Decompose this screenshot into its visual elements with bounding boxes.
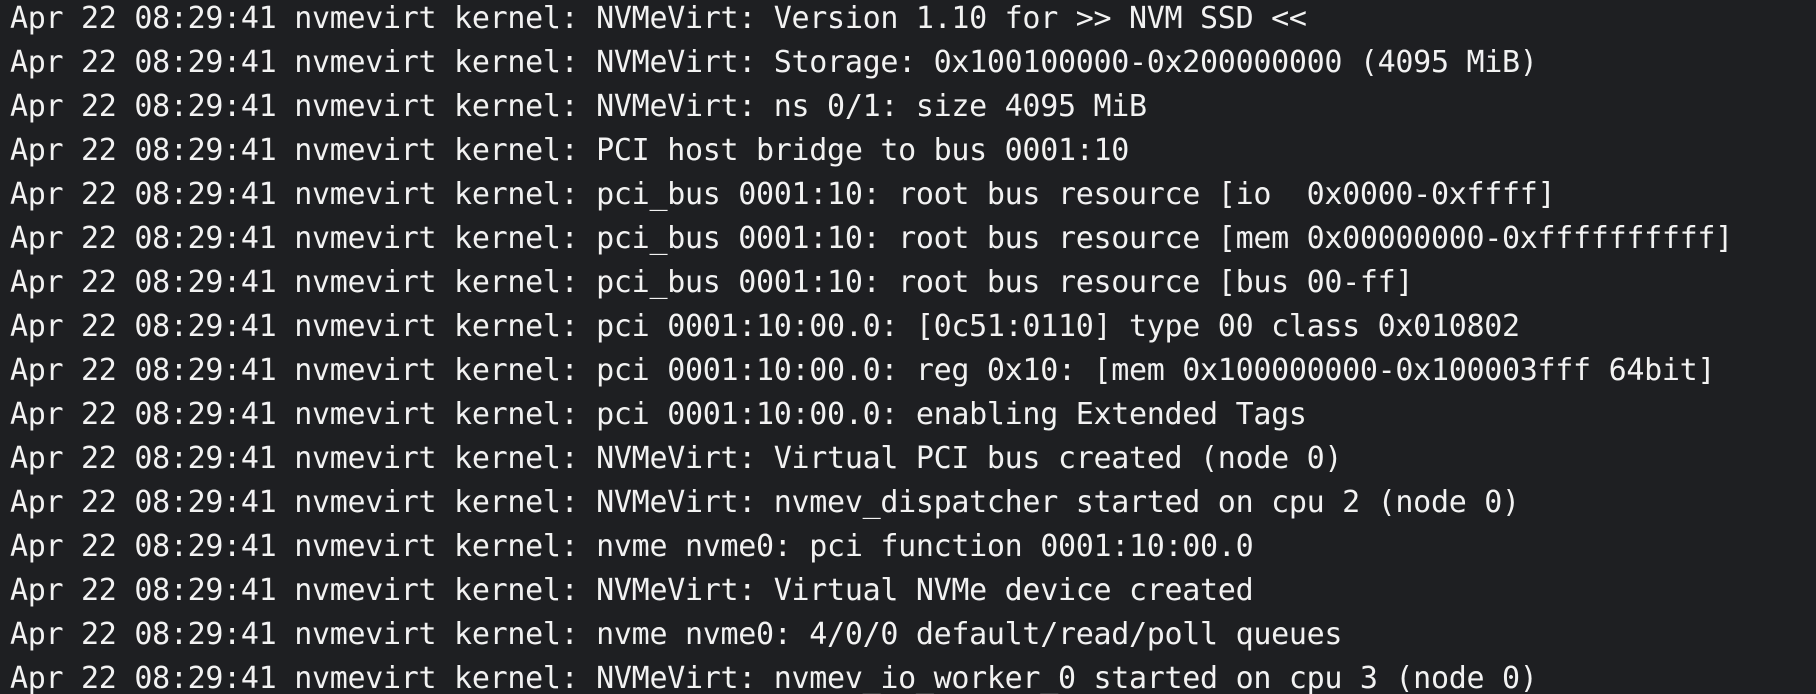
log-message: pci_bus 0001:10: root bus resource [mem … bbox=[596, 221, 1733, 256]
log-line: Apr 22 08:29:41 nvmevirt kernel: NVMeVir… bbox=[10, 440, 1810, 484]
log-source: nvmevirt kernel: bbox=[294, 1, 579, 36]
log-message: nvme nvme0: 4/0/0 default/read/poll queu… bbox=[596, 617, 1343, 652]
log-line: Apr 22 08:29:41 nvmevirt kernel: pci 000… bbox=[10, 396, 1810, 440]
log-timestamp: Apr 22 08:29:41 bbox=[10, 397, 277, 432]
log-line: Apr 22 08:29:41 nvmevirt kernel: NVMeVir… bbox=[10, 484, 1810, 528]
log-timestamp: Apr 22 08:29:41 bbox=[10, 177, 277, 212]
log-source: nvmevirt kernel: bbox=[294, 353, 579, 388]
log-source: nvmevirt kernel: bbox=[294, 45, 579, 80]
log-source: nvmevirt kernel: bbox=[294, 617, 579, 652]
log-timestamp: Apr 22 08:29:41 bbox=[10, 573, 277, 608]
log-output: Apr 22 08:29:41 nvmevirt kernel: NVMeVir… bbox=[10, 0, 1810, 694]
log-line: Apr 22 08:29:41 nvmevirt kernel: nvme nv… bbox=[10, 616, 1810, 660]
log-message: pci 0001:10:00.0: reg 0x10: [mem 0x10000… bbox=[596, 353, 1716, 388]
log-source: nvmevirt kernel: bbox=[294, 309, 579, 344]
log-line: Apr 22 08:29:41 nvmevirt kernel: NVMeVir… bbox=[10, 0, 1810, 44]
log-message: NVMeVirt: nvmev_dispatcher started on cp… bbox=[596, 485, 1520, 520]
log-source: nvmevirt kernel: bbox=[294, 89, 579, 124]
log-message: pci_bus 0001:10: root bus resource [bus … bbox=[596, 265, 1414, 300]
log-timestamp: Apr 22 08:29:41 bbox=[10, 441, 277, 476]
log-message: NVMeVirt: nvmev_io_worker_0 started on c… bbox=[596, 661, 1538, 694]
log-line: Apr 22 08:29:41 nvmevirt kernel: pci_bus… bbox=[10, 220, 1810, 264]
log-source: nvmevirt kernel: bbox=[294, 485, 579, 520]
log-message: pci 0001:10:00.0: enabling Extended Tags bbox=[596, 397, 1307, 432]
log-timestamp: Apr 22 08:29:41 bbox=[10, 133, 277, 168]
log-timestamp: Apr 22 08:29:41 bbox=[10, 1, 277, 36]
log-timestamp: Apr 22 08:29:41 bbox=[10, 485, 277, 520]
log-timestamp: Apr 22 08:29:41 bbox=[10, 353, 277, 388]
log-message: NVMeVirt: Virtual PCI bus created (node … bbox=[596, 441, 1343, 476]
log-message: NVMeVirt: Virtual NVMe device created bbox=[596, 573, 1254, 608]
log-message: NVMeVirt: Version 1.10 for >> NVM SSD << bbox=[596, 1, 1307, 36]
log-message: pci 0001:10:00.0: [0c51:0110] type 00 cl… bbox=[596, 309, 1520, 344]
log-timestamp: Apr 22 08:29:41 bbox=[10, 661, 277, 694]
log-source: nvmevirt kernel: bbox=[294, 529, 579, 564]
log-line: Apr 22 08:29:41 nvmevirt kernel: pci 000… bbox=[10, 308, 1810, 352]
log-source: nvmevirt kernel: bbox=[294, 221, 579, 256]
log-timestamp: Apr 22 08:29:41 bbox=[10, 529, 277, 564]
log-line: Apr 22 08:29:41 nvmevirt kernel: NVMeVir… bbox=[10, 660, 1810, 694]
log-source: nvmevirt kernel: bbox=[294, 573, 579, 608]
log-source: nvmevirt kernel: bbox=[294, 397, 579, 432]
log-line: Apr 22 08:29:41 nvmevirt kernel: pci_bus… bbox=[10, 176, 1810, 220]
log-source: nvmevirt kernel: bbox=[294, 133, 579, 168]
log-source: nvmevirt kernel: bbox=[294, 177, 579, 212]
log-line: Apr 22 08:29:41 nvmevirt kernel: NVMeVir… bbox=[10, 88, 1810, 132]
log-timestamp: Apr 22 08:29:41 bbox=[10, 221, 277, 256]
log-line: Apr 22 08:29:41 nvmevirt kernel: pci_bus… bbox=[10, 264, 1810, 308]
log-message: nvme nvme0: pci function 0001:10:00.0 bbox=[596, 529, 1254, 564]
log-source: nvmevirt kernel: bbox=[294, 661, 579, 694]
log-line: Apr 22 08:29:41 nvmevirt kernel: NVMeVir… bbox=[10, 44, 1810, 88]
log-line: Apr 22 08:29:41 nvmevirt kernel: nvme nv… bbox=[10, 528, 1810, 572]
log-line: Apr 22 08:29:41 nvmevirt kernel: pci 000… bbox=[10, 352, 1810, 396]
log-message: NVMeVirt: Storage: 0x100100000-0x2000000… bbox=[596, 45, 1538, 80]
log-message: pci_bus 0001:10: root bus resource [io 0… bbox=[596, 177, 1556, 212]
log-line: Apr 22 08:29:41 nvmevirt kernel: PCI hos… bbox=[10, 132, 1810, 176]
log-source: nvmevirt kernel: bbox=[294, 265, 579, 300]
terminal-window[interactable]: Apr 22 08:29:41 nvmevirt kernel: NVMeVir… bbox=[0, 0, 1816, 694]
log-timestamp: Apr 22 08:29:41 bbox=[10, 617, 277, 652]
log-source: nvmevirt kernel: bbox=[294, 441, 579, 476]
log-timestamp: Apr 22 08:29:41 bbox=[10, 89, 277, 124]
log-message: PCI host bridge to bus 0001:10 bbox=[596, 133, 1130, 168]
log-message: NVMeVirt: ns 0/1: size 4095 MiB bbox=[596, 89, 1147, 124]
log-line: Apr 22 08:29:41 nvmevirt kernel: NVMeVir… bbox=[10, 572, 1810, 616]
log-timestamp: Apr 22 08:29:41 bbox=[10, 265, 277, 300]
log-timestamp: Apr 22 08:29:41 bbox=[10, 45, 277, 80]
log-timestamp: Apr 22 08:29:41 bbox=[10, 309, 277, 344]
